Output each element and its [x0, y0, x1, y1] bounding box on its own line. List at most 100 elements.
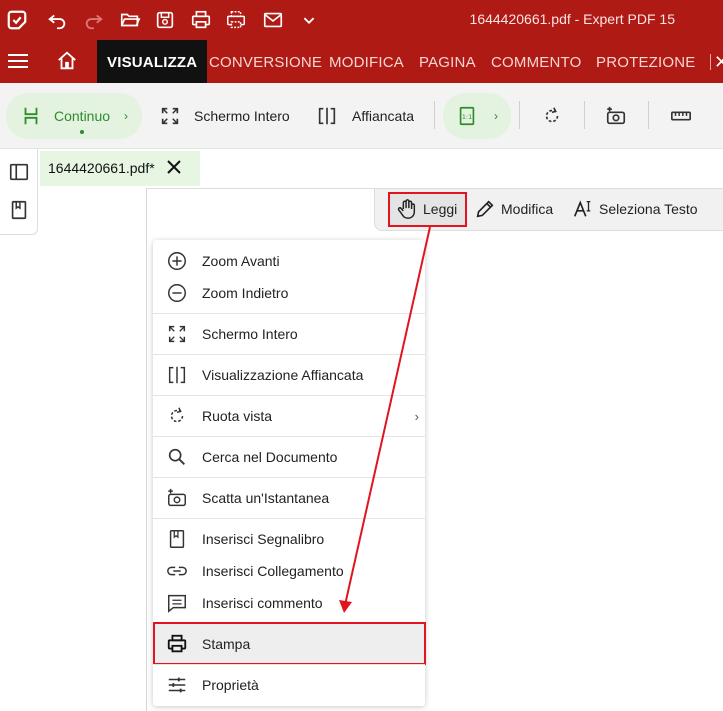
tab-visualizza[interactable]: VISUALIZZA [97, 40, 208, 83]
fullscreen-icon [161, 107, 179, 125]
tab-protezione[interactable]: PROTEZIONE [596, 40, 696, 83]
menu-item-snapshot[interactable]: Scatta un'Istantanea [153, 482, 425, 514]
menu-divider [153, 395, 425, 396]
toolbar-divider [648, 101, 649, 129]
menu-item-fullscreen[interactable]: Schermo Intero [153, 318, 425, 350]
menu-item-label: Visualizzazione Affiancata [202, 367, 364, 383]
snapshot-icon [166, 487, 188, 509]
menu-divider [153, 354, 425, 355]
app-logo-icon [5, 8, 29, 32]
properties-icon [166, 674, 188, 696]
menu-item-link[interactable]: Inserisci Collegamento [153, 555, 425, 587]
hamburger-menu-icon[interactable] [8, 53, 28, 69]
link-icon [166, 560, 188, 582]
side-by-side-icon [166, 364, 188, 386]
menu-item-label: Stampa [202, 636, 251, 652]
menu-item-bookmark[interactable]: Inserisci Segnalibro [153, 523, 425, 555]
redo-icon[interactable] [82, 8, 106, 32]
close-document-icon[interactable] [164, 157, 184, 177]
menu-item-properties[interactable]: Proprietà [153, 669, 425, 701]
bookmarks-panel-icon[interactable] [8, 199, 30, 221]
fullscreen-label: Schermo Intero [194, 108, 290, 124]
snapshot-icon [606, 106, 626, 125]
tab-modifica[interactable]: MODIFICA [329, 40, 404, 83]
edit-mode-button[interactable]: Modifica [474, 198, 553, 220]
continuo-control[interactable]: Continuo › [20, 105, 128, 127]
menu-item-search[interactable]: Cerca nel Documento [153, 441, 425, 473]
read-mode-label: Leggi [423, 201, 458, 217]
menu-divider [153, 436, 425, 437]
close-icon[interactable]: ✕ [714, 52, 723, 73]
snapshot-button[interactable] [605, 105, 627, 127]
left-sidebar [0, 149, 38, 235]
menu-item-label: Zoom Indietro [202, 285, 289, 301]
text-cursor-icon [573, 200, 591, 217]
pencil-icon [476, 200, 494, 218]
continuous-scroll-icon [24, 107, 38, 125]
menu-item-label: Inserisci Segnalibro [202, 531, 325, 547]
side-by-side-label: Affiancata [352, 108, 415, 124]
print-icon [166, 633, 188, 655]
select-text-button[interactable]: Seleziona Testo [572, 198, 698, 220]
menu-item-label: Zoom Avanti [202, 253, 280, 269]
continuo-chevron-icon[interactable]: › [124, 109, 128, 123]
continuo-indicator-dot [80, 130, 84, 134]
ruler-button[interactable] [670, 105, 692, 127]
menu-item-comment[interactable]: Inserisci commento [153, 587, 425, 619]
rotate-icon [166, 405, 188, 427]
ribbon-divider [710, 54, 711, 70]
menu-item-label: Schermo Intero [202, 326, 298, 342]
document-page-edge [146, 188, 147, 711]
menu-item-side-by-side[interactable]: Visualizzazione Affiancata [153, 359, 425, 391]
home-icon[interactable] [56, 50, 78, 72]
rotate-button[interactable] [541, 105, 563, 127]
toolbar-divider [519, 101, 520, 129]
ribbon-tab-bar: VISUALIZZA CONVERSIONE MODIFICA PAGINA C… [0, 40, 723, 83]
tab-commento[interactable]: COMMENTO [491, 40, 582, 83]
save-icon[interactable] [153, 8, 177, 32]
menu-item-label: Ruota vista [202, 408, 273, 424]
continuo-label: Continuo [54, 108, 111, 124]
zoom-in-icon [166, 250, 188, 272]
menu-item-label: Cerca nel Documento [202, 449, 338, 465]
actual-size-icon: 1:1 [459, 106, 475, 126]
menu-item-label: Proprietà [202, 677, 259, 693]
document-tab-name: 1644420661.pdf* [48, 160, 155, 176]
side-by-side-icon [318, 107, 336, 125]
tab-conversione[interactable]: CONVERSIONE [209, 40, 322, 83]
select-text-label: Seleziona Testo [599, 201, 698, 217]
title-bar: 1644420661.pdf - Expert PDF 15 [0, 0, 723, 40]
tab-pagina[interactable]: PAGINA [419, 40, 476, 83]
chevron-down-icon[interactable] [297, 8, 321, 32]
menu-item-label: Scatta un'Istantanea [202, 490, 330, 506]
batch-print-icon[interactable] [224, 8, 248, 32]
zoom-out-icon [166, 282, 188, 304]
email-icon[interactable] [261, 8, 285, 32]
ruler-icon [671, 111, 691, 121]
menu-item-zoom-out[interactable]: Zoom Indietro [153, 277, 425, 309]
edit-mode-label: Modifica [501, 201, 554, 217]
menu-divider [153, 518, 425, 519]
side-by-side-button[interactable]: Affiancata [316, 105, 414, 127]
fullscreen-icon [166, 323, 188, 345]
search-icon [166, 446, 188, 468]
open-folder-icon[interactable] [118, 8, 142, 32]
comment-icon [166, 592, 188, 614]
menu-item-zoom-in[interactable]: Zoom Avanti [153, 245, 425, 277]
print-icon[interactable] [189, 8, 213, 32]
menu-item-rotate[interactable]: Ruota vista › [153, 400, 425, 432]
view-toolbar: Continuo › Schermo Intero Affiancata 1:1… [0, 83, 723, 149]
hand-icon [397, 199, 416, 219]
document-tab[interactable]: 1644420661.pdf* [40, 151, 200, 186]
undo-icon[interactable] [45, 8, 69, 32]
menu-item-print[interactable]: Stampa [153, 628, 425, 660]
toolbar-divider [434, 101, 435, 129]
menu-item-label: Inserisci commento [202, 595, 323, 611]
toolbar-divider [584, 101, 585, 129]
thumbnails-panel-icon[interactable] [8, 161, 30, 183]
actual-size-chevron-icon[interactable]: › [494, 109, 498, 123]
fullscreen-button[interactable]: Schermo Intero [159, 105, 290, 127]
read-mode-button[interactable]: Leggi [396, 198, 457, 220]
menu-divider [153, 477, 425, 478]
actual-size-control[interactable]: 1:1 › [456, 105, 498, 127]
